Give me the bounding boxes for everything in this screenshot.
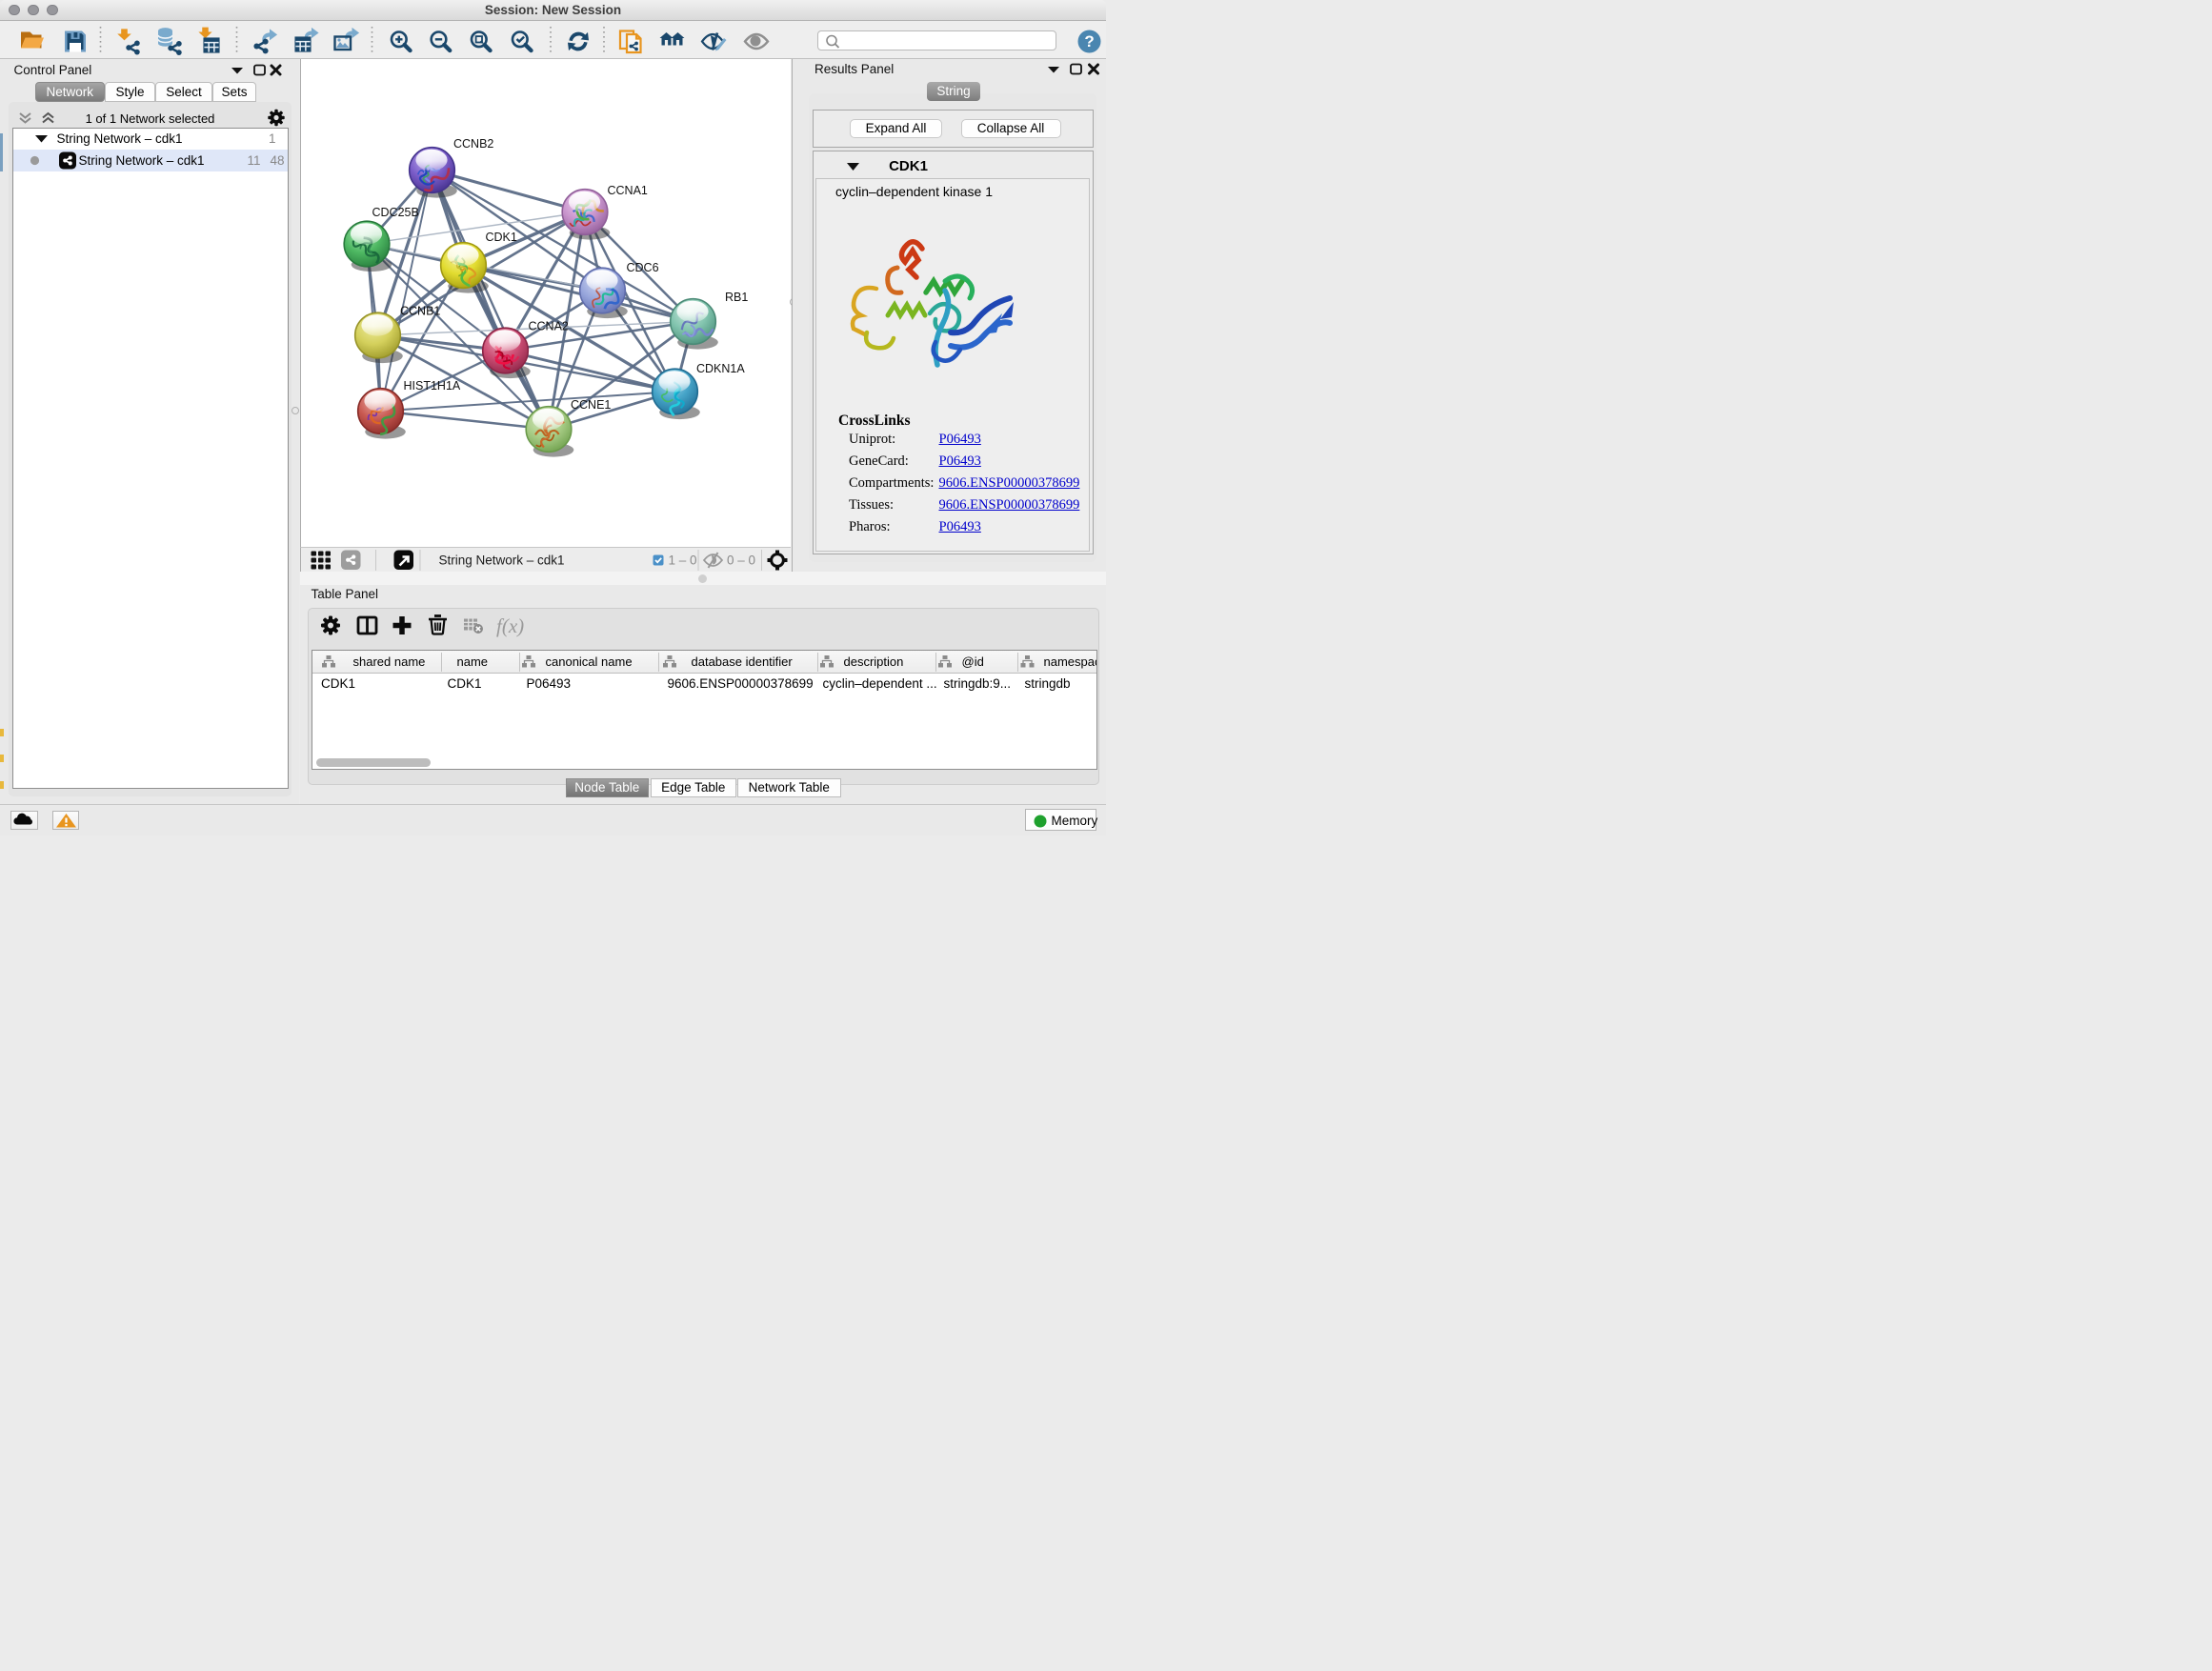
- svg-text:?: ?: [1084, 32, 1094, 50]
- svg-text:1 – 0: 1 – 0: [668, 553, 696, 567]
- svg-text:CCNB2: CCNB2: [453, 137, 493, 151]
- svg-text:CCNB1: CCNB1: [400, 305, 440, 318]
- svg-text:CDC6: CDC6: [626, 261, 658, 274]
- svg-text:CCNA2: CCNA2: [528, 320, 568, 333]
- svg-text:CDC25B: CDC25B: [372, 206, 418, 219]
- svg-text:CCNE1: CCNE1: [571, 398, 611, 412]
- svg-text:HIST1H1A: HIST1H1A: [403, 379, 460, 393]
- svg-text:CDK1: CDK1: [485, 231, 516, 244]
- svg-text:String Network – cdk1: String Network – cdk1: [438, 553, 564, 567]
- svg-text:f(x): f(x): [496, 614, 524, 637]
- svg-text:RB1: RB1: [725, 291, 748, 304]
- svg-text:CCNA1: CCNA1: [607, 184, 647, 197]
- svg-text:0 – 0: 0 – 0: [727, 553, 755, 567]
- svg-text:CDKN1A: CDKN1A: [696, 362, 745, 375]
